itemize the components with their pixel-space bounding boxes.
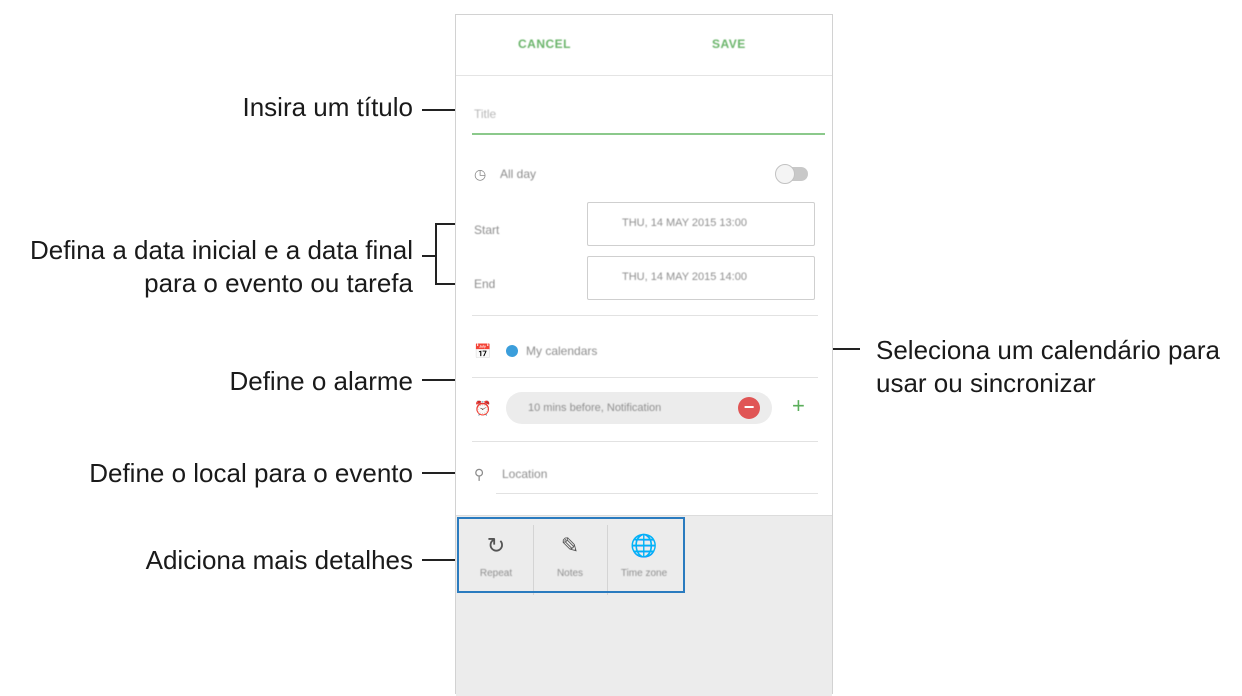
leader-line-dates-stub <box>422 255 436 257</box>
callout-calendar-line1: Seleciona um calendário para <box>876 335 1220 365</box>
all-day-label: All day <box>500 167 537 181</box>
reminder-value: 10 mins before, Notification <box>528 402 662 414</box>
location-input[interactable]: Location <box>502 467 547 481</box>
save-button[interactable]: SAVE <box>712 37 746 51</box>
divider <box>472 441 818 442</box>
start-date-field[interactable]: THU, 14 MAY 2015 13:00 <box>587 202 815 246</box>
add-reminder-button[interactable]: + <box>792 395 805 417</box>
calendar-icon: 📅 <box>474 343 492 359</box>
callout-alarm: Define o alarme <box>229 366 413 396</box>
title-placeholder: Title <box>474 107 497 121</box>
remove-reminder-button[interactable]: − <box>738 397 760 419</box>
end-label: End <box>474 277 496 291</box>
all-day-toggle[interactable] <box>775 164 808 184</box>
calendar-color-dot <box>506 345 518 357</box>
action-bar: CANCEL SAVE <box>456 15 832 76</box>
title-input[interactable]: Title <box>472 103 825 135</box>
callout-dates-line1: Defina a data inicial e a data final <box>29 235 413 265</box>
reminder-chip[interactable]: 10 mins before, Notification − <box>506 392 772 424</box>
callout-calendar-line2: usar ou sincronizar <box>876 368 1096 398</box>
end-date-field[interactable]: THU, 14 MAY 2015 14:00 <box>587 256 815 300</box>
leader-bracket-dates <box>435 223 437 285</box>
callout-title: Insira um título <box>242 92 413 122</box>
callout-dates-line2: para o evento ou tarefa <box>144 268 413 298</box>
location-pin-icon: ⚲ <box>474 466 485 482</box>
location-underline <box>496 493 818 494</box>
cancel-button[interactable]: CANCEL <box>518 37 571 51</box>
toggle-knob <box>775 164 795 184</box>
leader-line-details <box>422 559 457 561</box>
start-label: Start <box>474 223 500 237</box>
clock-icon: ◷ <box>474 166 487 182</box>
divider <box>472 315 818 316</box>
end-date-value: THU, 14 MAY 2015 14:00 <box>622 271 747 283</box>
details-highlight-frame <box>457 517 685 593</box>
divider <box>472 377 818 378</box>
callout-details: Adiciona mais detalhes <box>145 545 413 575</box>
callout-location: Define o local para o evento <box>89 458 413 488</box>
start-date-value: THU, 14 MAY 2015 13:00 <box>622 217 747 229</box>
calendar-selector[interactable]: My calendars <box>526 344 597 358</box>
alarm-icon: ⏰ <box>474 400 492 416</box>
